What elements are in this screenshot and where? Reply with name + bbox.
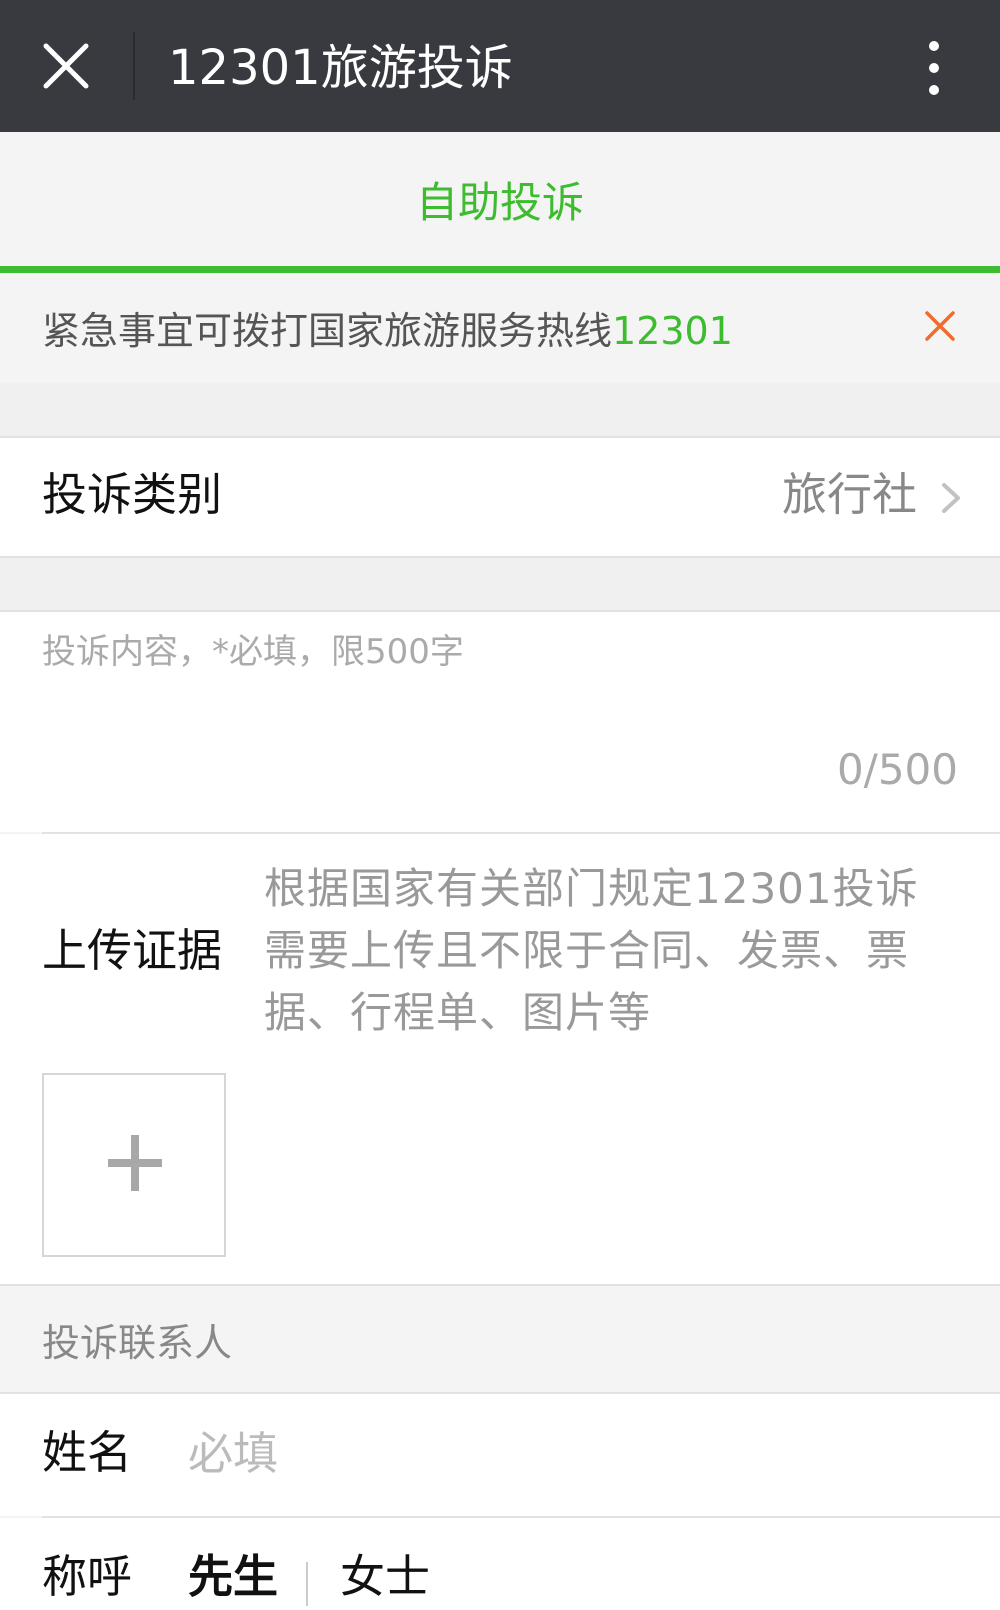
name-row: 姓名 [0, 1394, 1000, 1516]
top-bar: 12301旅游投诉 [0, 0, 1000, 132]
hotline-number[interactable]: 12301 [612, 309, 733, 353]
section-gap [0, 383, 1000, 437]
notice-text: 紧急事宜可拨打国家旅游服务热线12301 [42, 303, 733, 359]
category-label: 投诉类别 [42, 468, 223, 521]
contact-section-title: 投诉联系人 [42, 1321, 233, 1365]
char-counter: 0/500 [836, 745, 958, 794]
salutation-option-mr[interactable]: 先生 [188, 1548, 278, 1606]
close-icon[interactable] [42, 42, 90, 90]
close-icon[interactable] [924, 310, 956, 342]
plus-icon [131, 1135, 139, 1191]
notice-banner: 紧急事宜可拨打国家旅游服务热线12301 [0, 279, 1000, 383]
salutation-label: 称呼 [42, 1550, 133, 1603]
salutation-option-ms[interactable]: 女士 [340, 1548, 430, 1606]
chevron-right-icon[interactable] [940, 482, 962, 514]
notice-message: 紧急事宜可拨打国家旅游服务热线 [42, 309, 613, 353]
name-input[interactable] [188, 1424, 948, 1482]
add-evidence-button[interactable] [42, 1073, 226, 1257]
topbar-divider [133, 32, 135, 100]
section-gap [0, 558, 1000, 610]
option-separator [306, 1562, 308, 1606]
upload-label: 上传证据 [42, 924, 223, 977]
more-vertical-icon[interactable] [924, 40, 944, 96]
category-value[interactable]: 旅行社 [782, 466, 917, 524]
tab-bar: 自助投诉 [0, 132, 1000, 273]
upload-hint: 根据国家有关部门规定12301投诉需要上传且不限于合同、发票、票据、行程单、图片… [264, 864, 919, 1037]
tab-active-indicator [0, 266, 1000, 273]
tab-self-complaint[interactable]: 自助投诉 [0, 132, 1000, 266]
page-title: 12301旅游投诉 [168, 40, 513, 96]
contact-section-header: 投诉联系人 [0, 1286, 1000, 1394]
name-label: 姓名 [42, 1426, 133, 1479]
complaint-content-input[interactable] [42, 632, 962, 672]
salutation-row: 称呼 先生 女士 [0, 1518, 1000, 1610]
